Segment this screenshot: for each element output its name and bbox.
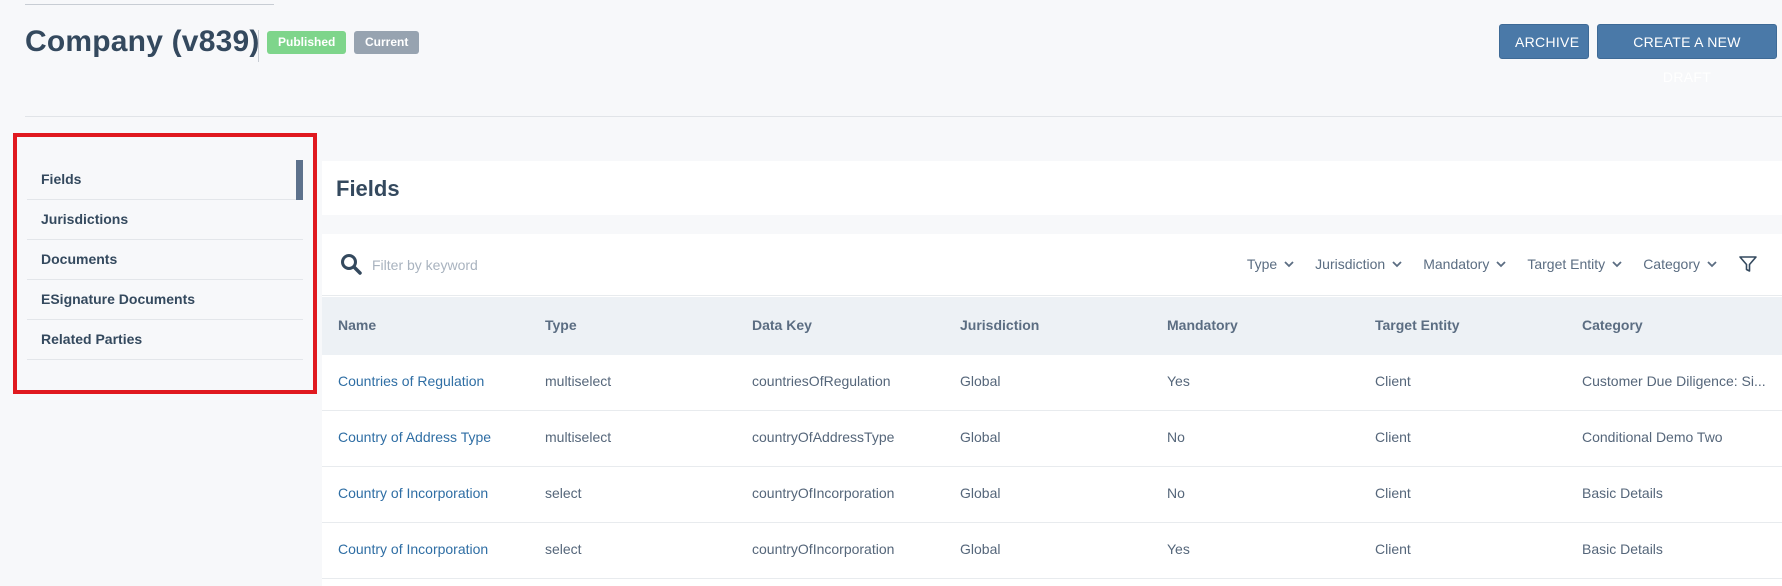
sidebar-item-related-parties[interactable]: Related Parties [27, 320, 303, 360]
sidebar-item-documents[interactable]: Documents [27, 240, 303, 280]
cell-jurisdiction: Global [960, 373, 1001, 389]
column-header-target-entity[interactable]: Target Entity [1375, 317, 1565, 333]
cell-data-key: countryOfIncorporation [752, 541, 895, 557]
filter-mandatory-dropdown[interactable]: Mandatory [1423, 256, 1507, 272]
cell-mandatory: Yes [1167, 373, 1190, 389]
create-new-draft-button[interactable]: CREATE A NEW DRAFT [1597, 24, 1777, 85]
table-row[interactable]: Country of Address Type multiselect coun… [322, 411, 1782, 467]
filter-jurisdiction-dropdown[interactable]: Jurisdiction [1315, 256, 1403, 272]
cell-category: Conditional Demo Two [1582, 429, 1723, 445]
cell-type: select [545, 485, 582, 501]
cell-category: Basic Details [1582, 485, 1663, 501]
filter-label: Jurisdiction [1315, 256, 1386, 272]
column-header-data-key[interactable]: Data Key [752, 317, 942, 333]
cell-type: select [545, 541, 582, 557]
filter-label: Category [1643, 256, 1700, 272]
search-icon[interactable] [340, 253, 362, 275]
section-title-panel: Fields [322, 161, 1782, 215]
cell-mandatory: Yes [1167, 541, 1190, 557]
filter-type-dropdown[interactable]: Type [1247, 256, 1295, 272]
filter-controls: Type Jurisdiction Mandatory Target Entit… [1247, 254, 1758, 274]
cell-jurisdiction: Global [960, 485, 1001, 501]
filter-label: Target Entity [1527, 256, 1606, 272]
chevron-down-icon [1392, 261, 1402, 268]
cell-mandatory: No [1167, 429, 1185, 445]
table-row[interactable]: Country of Incorporation select countryO… [322, 467, 1782, 523]
cell-mandatory: No [1167, 485, 1185, 501]
archive-button[interactable]: ARCHIVE [1499, 24, 1589, 59]
cell-type: multiselect [545, 429, 612, 445]
status-badge-current: Current [354, 31, 420, 54]
sidebar-item-jurisdictions[interactable]: Jurisdictions [27, 200, 303, 240]
chevron-down-icon [1707, 261, 1717, 268]
title-divider [258, 30, 259, 62]
page-title: Company (v839) [25, 25, 260, 58]
fields-table-panel: Type Jurisdiction Mandatory Target Entit… [322, 234, 1782, 586]
cell-data-key: countryOfAddressType [752, 429, 895, 445]
filter-target-entity-dropdown[interactable]: Target Entity [1527, 256, 1623, 272]
table-row[interactable]: Country of Incorporation select countryO… [322, 523, 1782, 579]
field-name-link[interactable]: Country of Incorporation [338, 541, 528, 557]
page-header: Company (v839) Published Current ARCHIVE… [25, 0, 1782, 117]
column-header-type[interactable]: Type [545, 317, 735, 333]
cell-target-entity: Client [1375, 373, 1411, 389]
sidebar-nav: Fields Jurisdictions Documents ESignatur… [27, 160, 303, 360]
section-title: Fields [336, 176, 400, 201]
column-header-category[interactable]: Category [1582, 317, 1772, 333]
search-input[interactable] [372, 252, 672, 278]
cell-data-key: countryOfIncorporation [752, 485, 895, 501]
field-name-link[interactable]: Countries of Regulation [338, 373, 528, 389]
chevron-down-icon [1284, 261, 1294, 268]
header-divider [25, 116, 1782, 117]
filter-label: Mandatory [1423, 256, 1490, 272]
cell-type: multiselect [545, 373, 612, 389]
table-row[interactable]: Countries of Regulation multiselect coun… [322, 355, 1782, 411]
column-header-mandatory[interactable]: Mandatory [1167, 317, 1357, 333]
sidebar-item-esignature-documents[interactable]: ESignature Documents [27, 280, 303, 320]
filter-category-dropdown[interactable]: Category [1643, 256, 1718, 272]
cell-category: Customer Due Diligence: Si... [1582, 373, 1766, 389]
cell-target-entity: Client [1375, 541, 1411, 557]
status-badge-published: Published [267, 31, 347, 54]
table-header: Name Type Data Key Jurisdiction Mandator… [322, 297, 1782, 355]
sidebar-item-fields[interactable]: Fields [27, 160, 303, 200]
cell-category: Basic Details [1582, 541, 1663, 557]
cell-target-entity: Client [1375, 429, 1411, 445]
cell-jurisdiction: Global [960, 429, 1001, 445]
field-name-link[interactable]: Country of Incorporation [338, 485, 528, 501]
column-header-name[interactable]: Name [338, 317, 528, 333]
cell-target-entity: Client [1375, 485, 1411, 501]
funnel-icon[interactable] [1738, 254, 1758, 274]
cell-data-key: countriesOfRegulation [752, 373, 891, 389]
chevron-down-icon [1612, 261, 1622, 268]
column-header-jurisdiction[interactable]: Jurisdiction [960, 317, 1150, 333]
cell-jurisdiction: Global [960, 541, 1001, 557]
filter-label: Type [1246, 256, 1278, 272]
field-name-link[interactable]: Country of Address Type [338, 429, 528, 445]
filter-bar: Type Jurisdiction Mandatory Target Entit… [322, 234, 1782, 296]
chevron-down-icon [1496, 261, 1506, 268]
